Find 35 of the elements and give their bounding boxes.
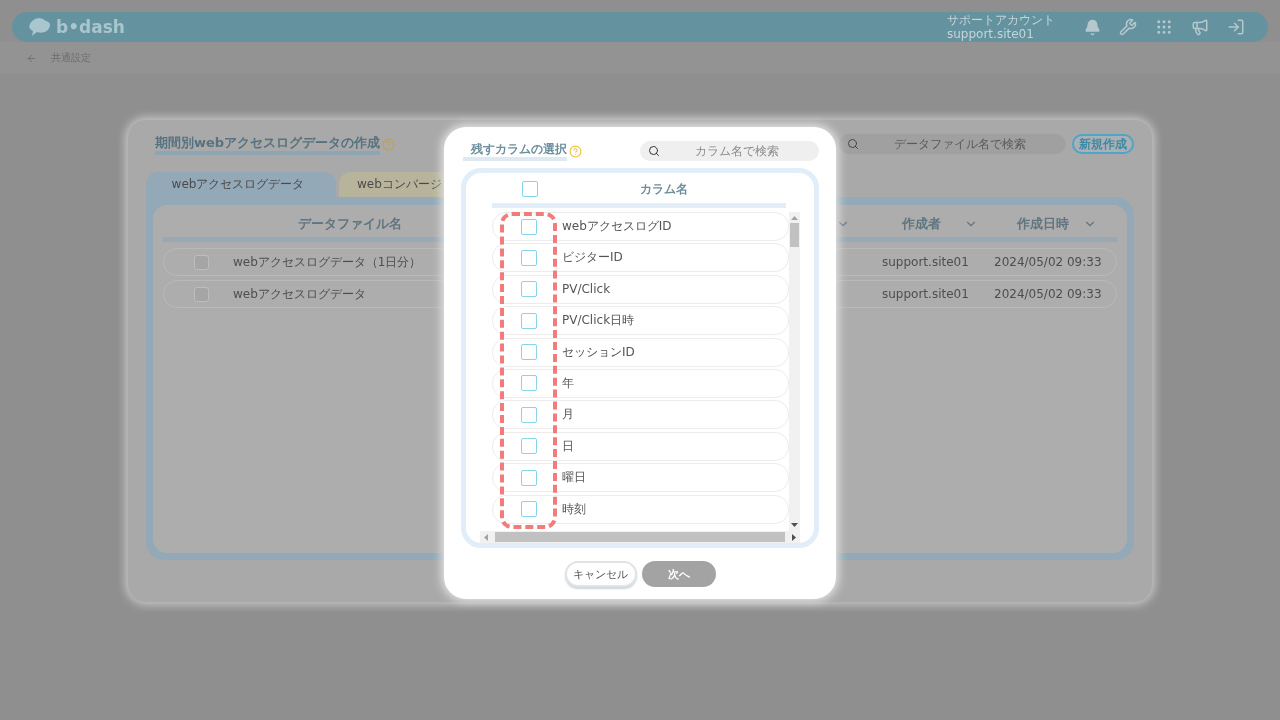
- column-name: 日: [562, 437, 574, 455]
- column-search-field[interactable]: カラム名で検索: [640, 141, 819, 161]
- column-name: webアクセスログID: [562, 218, 672, 235]
- column-name: 月: [562, 406, 574, 424]
- column-row[interactable]: 日: [492, 431, 789, 461]
- column-name: ビジターID: [562, 249, 623, 267]
- column-row[interactable]: PV/Click: [492, 274, 789, 304]
- column-header: カラム名: [640, 180, 688, 198]
- column-row[interactable]: 年: [492, 368, 789, 398]
- account-label: サポートアカウント: [947, 13, 1055, 27]
- date-cell-text: 2024/05/02 09:33: [994, 287, 1103, 301]
- tab[interactable]: webアクセスログデータ: [146, 172, 336, 197]
- column-row[interactable]: 月: [492, 400, 789, 430]
- panel-title: 期間別webアクセスログデータの作成: [155, 133, 381, 155]
- author-cell-text: support.site01: [882, 255, 970, 269]
- column-name: PV/Click日時: [562, 312, 635, 330]
- column-name: PV/Click: [562, 282, 611, 297]
- dialog-title: 残すカラムの選択: [463, 141, 567, 161]
- column-name: 年: [562, 374, 574, 392]
- cancel-button[interactable]: キャンセル: [564, 561, 637, 587]
- author-cell-text: support.site01: [882, 287, 970, 301]
- account-id: support.site01: [947, 27, 1035, 41]
- file-name-cell-text: webアクセスログデータ: [233, 285, 367, 303]
- column-row[interactable]: 曜日: [492, 463, 789, 493]
- column-name: セッションID: [562, 343, 635, 361]
- column-row[interactable]: ビジターID: [492, 243, 789, 273]
- logo-text: b•dash: [56, 17, 125, 37]
- column-row[interactable]: webアクセスログID: [492, 212, 789, 241]
- file-name-cell-text: webアクセスログデータ（1日分）: [233, 253, 423, 271]
- column-row[interactable]: PV/Click日時: [492, 306, 789, 336]
- column-row[interactable]: 時刻: [492, 494, 789, 524]
- date-cell-text: 2024/05/02 09:33: [994, 255, 1103, 269]
- column-row[interactable]: セッションID: [492, 337, 789, 367]
- column-name: 曜日: [562, 469, 586, 487]
- column-name: 時刻: [562, 500, 586, 518]
